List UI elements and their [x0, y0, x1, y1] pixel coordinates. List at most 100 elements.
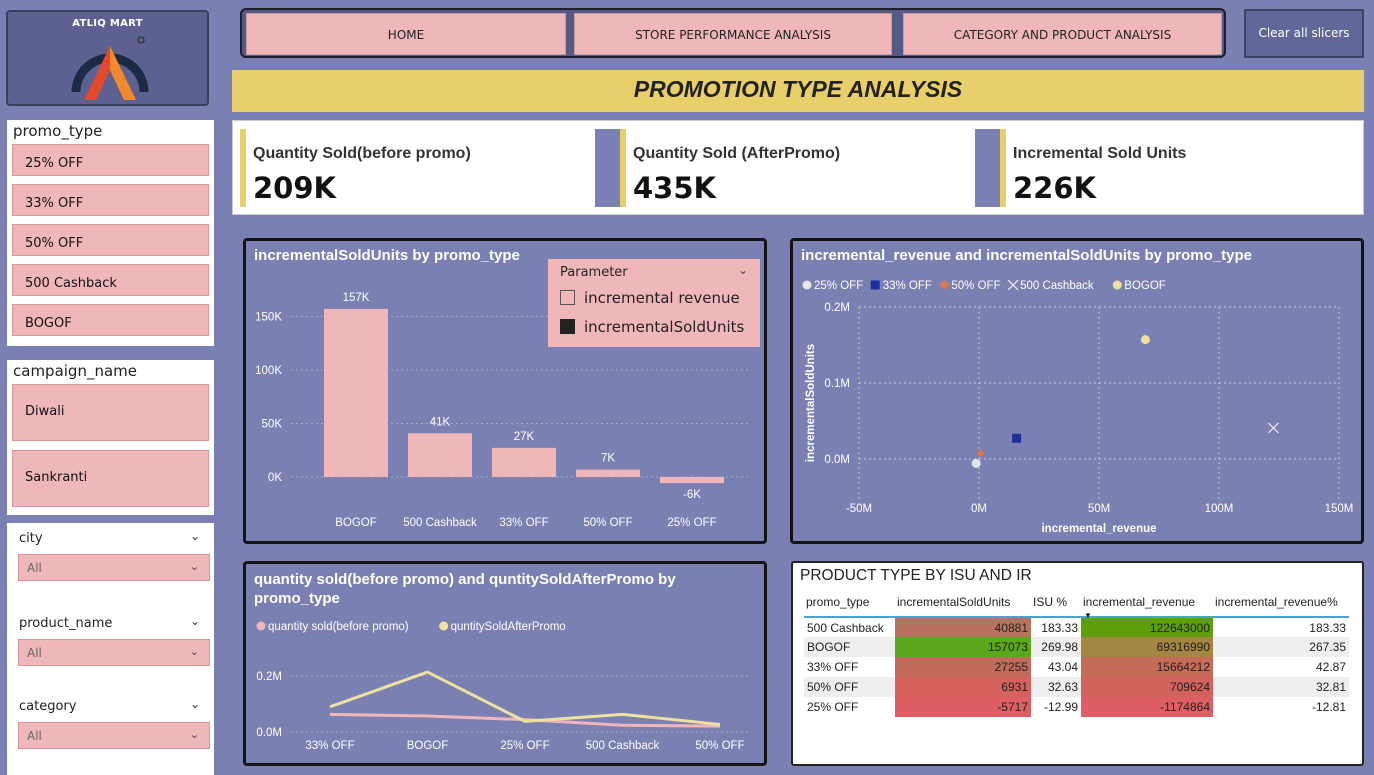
- table-row[interactable]: 25% OFF -5717 -12.99 -1174864 -12.81: [804, 697, 1349, 717]
- column-header[interactable]: incrementalSoldUnits: [895, 591, 1031, 618]
- dropdown-title: city: [19, 531, 43, 546]
- kpi-divider: [595, 129, 620, 207]
- kpi-row: Quantity Sold(before promo) 209K Quantit…: [232, 120, 1364, 215]
- bar-chart-panel: incrementalSoldUnits by promo_type 0K 50K…: [243, 238, 767, 544]
- dropdown-title: product_name: [19, 616, 113, 631]
- sort-descending-icon: ▼: [1084, 611, 1092, 620]
- y-tick-label: 50K: [262, 419, 283, 431]
- y-tick-label: 0.2M: [824, 302, 850, 314]
- select-value: All: [27, 561, 42, 575]
- category-select[interactable]: All ⌄: [18, 722, 210, 749]
- product-name-dropdown-slicer: product_name ⌄ All ⌄: [7, 608, 214, 694]
- promo-item-33-off[interactable]: 33% OFF: [12, 184, 209, 216]
- page-title: PROMOTION TYPE ANALYSIS: [232, 70, 1364, 112]
- chevron-down-icon[interactable]: ⌄: [738, 263, 748, 277]
- cell-incremental-revenue: 69316990: [1081, 637, 1213, 657]
- legend-label: quntitySoldAfterPromo: [451, 621, 566, 633]
- x-tick-label: 500 Cashback: [586, 740, 660, 752]
- promo-item-25-off[interactable]: 25% OFF: [12, 144, 209, 176]
- parameter-header: Parameter: [560, 265, 628, 280]
- cell-incremental-revenue-pct: 42.87: [1315, 660, 1346, 674]
- kpi-value: 209K: [253, 171, 337, 205]
- x-tick-label: 150M: [1325, 503, 1354, 515]
- column-header[interactable]: incremental_revenue%: [1213, 591, 1349, 618]
- column-header-sorted[interactable]: incremental_revenue ▼: [1081, 591, 1213, 620]
- checkbox-checked-icon[interactable]: [560, 319, 575, 334]
- chevron-down-icon[interactable]: ⌄: [190, 697, 200, 711]
- nav-category-product-button[interactable]: CATEGORY AND PRODUCT ANALYSIS: [903, 13, 1222, 55]
- bar: [576, 469, 640, 477]
- promo-item-bogof[interactable]: BOGOF: [12, 304, 209, 336]
- kpi-card-qty-after: Quantity Sold (AfterPromo) 435K: [620, 129, 975, 207]
- product-name-select[interactable]: All ⌄: [18, 639, 210, 666]
- data-label: 7K: [601, 453, 615, 465]
- data-point: [1140, 335, 1150, 345]
- cell-incremental-revenue: 15664212: [1081, 657, 1213, 677]
- x-tick-label: 500 Cashback: [403, 517, 477, 529]
- cell-incremental-sold-units: 40881: [895, 617, 1031, 637]
- chevron-down-icon[interactable]: ⌄: [190, 614, 200, 628]
- cell-incremental-sold-units: -5717: [895, 697, 1031, 717]
- promo-item-50-off[interactable]: 50% OFF: [12, 224, 209, 256]
- table-row[interactable]: BOGOF 157073 269.98 69316990 267.35: [804, 637, 1349, 657]
- cell-promo-type: BOGOF: [804, 637, 895, 657]
- clear-all-slicers-button[interactable]: Clear all slicers: [1244, 9, 1364, 58]
- bar: [660, 477, 724, 484]
- campaign-item-diwali[interactable]: Diwali: [12, 384, 209, 441]
- kpi-card-qty-before: Quantity Sold(before promo) 209K: [240, 129, 595, 207]
- logo-brand-text: ATLIQ MART: [72, 18, 143, 29]
- cell-isu-pct: 269.98: [1031, 637, 1081, 657]
- data-label: 157K: [343, 292, 370, 304]
- legend-marker-icon: [802, 280, 812, 290]
- chevron-down-icon: ⌄: [189, 560, 199, 573]
- y-axis-title: incrementalSoldUnits: [805, 344, 817, 462]
- nav-store-performance-button[interactable]: STORE PERFORMANCE ANALYSIS: [574, 13, 892, 55]
- column-header[interactable]: ISU %: [1031, 591, 1081, 618]
- table-row[interactable]: 50% OFF 6931 32.63 709624 32.81: [804, 677, 1349, 697]
- kpi-label: Quantity Sold (AfterPromo): [633, 145, 841, 162]
- parameter-legend[interactable]: Parameter ⌄ incremental revenue incremen…: [548, 259, 760, 347]
- slicer-title: promo_type: [13, 122, 103, 140]
- data-point: [976, 448, 985, 458]
- table-header-row: promo_type incrementalSoldUnits ISU % in…: [804, 591, 1349, 620]
- kpi-divider: [975, 129, 1000, 207]
- table-row[interactable]: 33% OFF 27255 43.04 15664212 42.87: [804, 657, 1349, 677]
- cell-isu-pct: 43.04: [1047, 660, 1078, 674]
- column-header[interactable]: promo_type: [804, 591, 895, 618]
- table-row[interactable]: 500 Cashback 40881 183.33 122643000 183.33: [804, 617, 1349, 637]
- line-chart: 0.0M 0.2M 33% OFF BOGOF 25% OFF 500 Cashback 5…: [256, 621, 751, 752]
- x-tick-label: 33% OFF: [499, 517, 548, 529]
- x-tick-label: 50% OFF: [695, 740, 744, 752]
- parameter-option-incremental-revenue[interactable]: incremental revenue: [560, 289, 740, 307]
- cell-incremental-sold-units: 27255: [895, 657, 1031, 677]
- x-tick-label: BOGOF: [335, 517, 377, 529]
- x-tick-label: 25% OFF: [500, 740, 549, 752]
- legend-label: 50% OFF: [951, 280, 1000, 292]
- checkbox-unchecked-icon[interactable]: [560, 290, 575, 305]
- y-tick-label: 0.1M: [824, 378, 850, 390]
- parameter-option-incremental-sold-units[interactable]: incrementalSoldUnits: [560, 318, 744, 336]
- data-table: promo_type incrementalSoldUnits ISU % in…: [804, 591, 1349, 717]
- cell-promo-type: 50% OFF: [804, 677, 895, 697]
- campaign-item-sankranti[interactable]: Sankranti: [12, 450, 209, 507]
- x-tick-label: -50M: [846, 503, 872, 515]
- data-label: 27K: [514, 431, 535, 443]
- nav-home-button[interactable]: HOME: [246, 13, 566, 55]
- option-label: incrementalSoldUnits: [584, 318, 745, 336]
- cell-incremental-revenue-pct: -12.81: [1311, 700, 1346, 714]
- cell-incremental-revenue: 709624: [1081, 677, 1213, 697]
- cell-promo-type: 25% OFF: [807, 700, 859, 714]
- x-tick-label: 25% OFF: [667, 517, 716, 529]
- promo-item-500-cashback[interactable]: 500 Cashback: [12, 264, 209, 296]
- cell-promo-type: 33% OFF: [807, 660, 859, 674]
- cell-promo-type: 500 Cashback: [807, 620, 884, 635]
- cell-incremental-revenue: -1174864: [1081, 697, 1213, 717]
- legend-marker-icon: [939, 280, 950, 290]
- bar: [408, 433, 472, 477]
- chevron-down-icon: ⌄: [189, 645, 199, 658]
- legend-marker-icon: [256, 621, 266, 631]
- city-select[interactable]: All ⌄: [18, 554, 210, 581]
- atliq-mart-logo: ATLIQ MART: [6, 10, 209, 106]
- chevron-down-icon[interactable]: ⌄: [190, 529, 200, 543]
- data-label: 41K: [430, 416, 451, 428]
